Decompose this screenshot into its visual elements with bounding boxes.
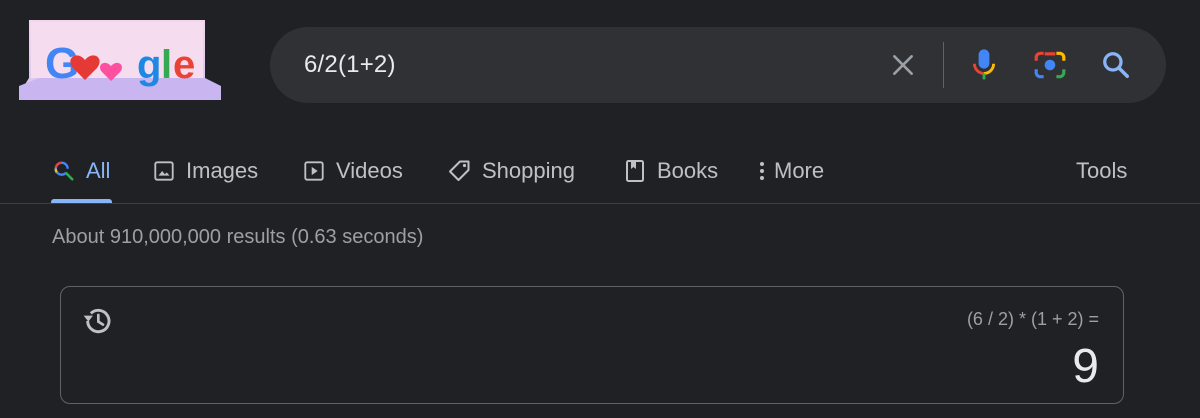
search-divider (943, 42, 944, 88)
image-search-button[interactable] (1026, 27, 1074, 103)
multicolor-search-icon (52, 159, 76, 183)
search-submit-button[interactable] (1092, 27, 1140, 103)
search-input[interactable]: 6/2(1+2) (304, 27, 396, 103)
clear-search-button[interactable] (879, 27, 927, 103)
tab-label: More (774, 158, 825, 183)
result-stats: About 910,000,000 results (0.63 seconds) (52, 226, 424, 248)
tab-all[interactable]: All (52, 140, 110, 202)
tab-label: All (86, 158, 111, 183)
more-vertical-icon (754, 159, 770, 183)
tab-more[interactable]: More (754, 140, 824, 202)
calculator-expression: (6 / 2) * (1 + 2) = (966, 309, 1099, 329)
mic-icon (972, 49, 996, 80)
image-icon (152, 159, 176, 183)
tab-books[interactable]: Books (623, 140, 718, 202)
tools-button[interactable]: Tools (1076, 140, 1127, 202)
doodle-image: G g l e (19, 20, 221, 100)
tab-images[interactable]: Images (152, 140, 258, 202)
tools-label: Tools (1076, 158, 1128, 183)
tabs-divider (0, 203, 1200, 204)
svg-text:g: g (137, 43, 161, 87)
calculator-result: 9 (1072, 340, 1099, 393)
tab-shopping[interactable]: Shopping (448, 140, 575, 202)
search-icon (1103, 52, 1129, 78)
play-icon (302, 159, 326, 183)
calculator-card: (6 / 2) * (1 + 2) = 9 (60, 286, 1124, 404)
tab-label: Shopping (482, 158, 575, 183)
book-icon (623, 159, 647, 183)
tag-icon (448, 159, 472, 183)
search-results-page: G g l e 6/2(1+2) All Images Videos Shopp… (0, 0, 1200, 418)
tab-videos[interactable]: Videos (302, 140, 403, 202)
google-doodle-logo[interactable]: G g l e (19, 16, 221, 100)
tab-label: Books (657, 158, 719, 183)
history-icon (83, 308, 111, 334)
search-tabs: All Images Videos Shopping Books More To… (0, 140, 1200, 204)
svg-text:l: l (161, 43, 172, 87)
tab-label: Images (186, 158, 259, 183)
svg-text:e: e (173, 43, 195, 87)
search-bar[interactable]: 6/2(1+2) (270, 27, 1166, 103)
close-icon (893, 55, 913, 75)
calculator-history-button[interactable] (79, 303, 115, 339)
voice-search-button[interactable] (960, 27, 1008, 103)
camera-icon (1034, 51, 1066, 79)
tab-label: Videos (336, 158, 403, 183)
